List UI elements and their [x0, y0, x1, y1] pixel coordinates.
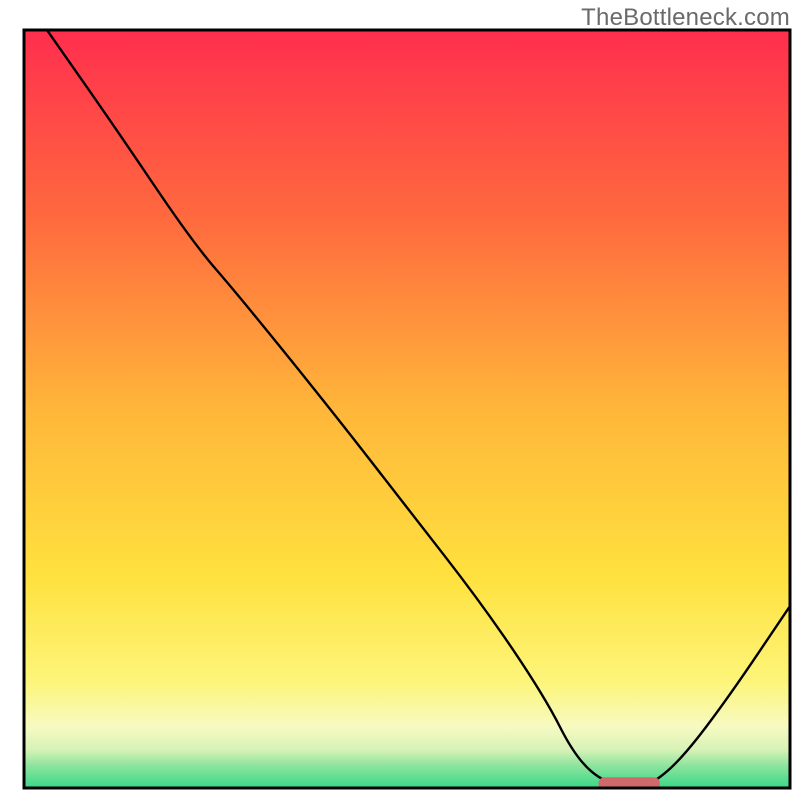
- watermark-text: TheBottleneck.com: [581, 4, 790, 32]
- chart-svg: [0, 0, 800, 800]
- plot-background: [24, 30, 790, 788]
- chart-container: TheBottleneck.com: [0, 0, 800, 800]
